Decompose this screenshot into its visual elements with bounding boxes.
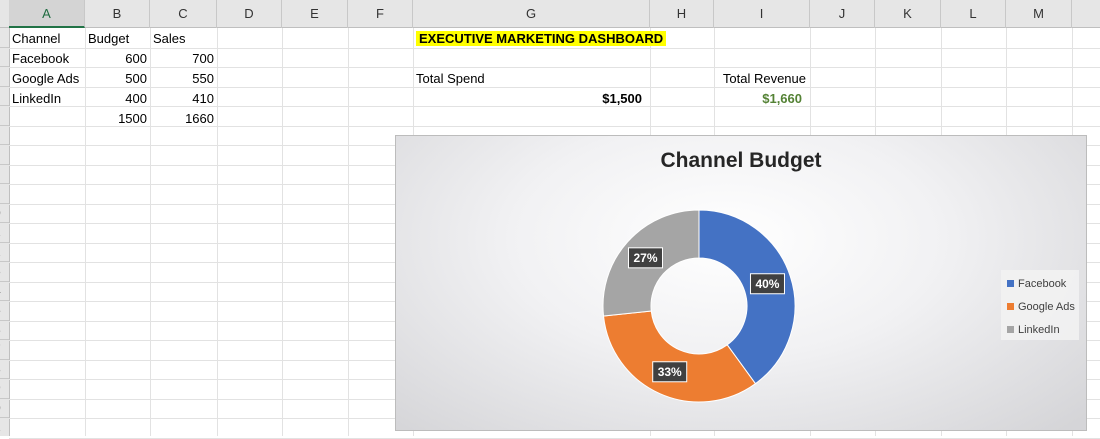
total-revenue-label[interactable]: Total Revenue [650,69,810,89]
legend-label: LinkedIn [1018,324,1060,336]
legend-label: Google Ads [1018,301,1075,313]
total-sales-cell[interactable]: 1660 [150,109,217,129]
column-header-bar: A B C D E F G H I J K L M [0,0,1100,28]
dashboard-title-cell[interactable]: EXECUTIVE MARKETING DASHBOARD [413,29,669,49]
total-revenue-value[interactable]: $1,660 [650,89,810,109]
row-header[interactable] [0,145,9,165]
column-header-e[interactable]: E [282,0,348,28]
gridline [348,28,349,436]
data-label: 33% [652,361,688,383]
gridline [282,28,283,436]
channel-cell[interactable]: Facebook [9,49,85,69]
gridline [217,28,218,436]
sales-cell[interactable]: 550 [150,69,217,89]
spreadsheet: A B C D E F G H I J K L M 012345678901 C… [0,0,1100,439]
column-header-b[interactable]: B [85,0,150,28]
row-header[interactable]: 3 [0,262,9,282]
column-header-j[interactable]: J [810,0,875,28]
legend-item[interactable]: LinkedIn [1007,320,1060,340]
channel-cell[interactable]: LinkedIn [9,89,85,109]
legend-swatch [1007,280,1014,287]
data-label-text: 40% [755,277,779,291]
row-header[interactable]: 0 [0,399,9,418]
donut-chart-plot: 40% 33% 27% [602,209,796,403]
row-header[interactable]: 2 [0,243,9,262]
channel-budget-chart[interactable]: Channel Budget 40% 33% 27% Facebook Google … [395,135,1087,431]
row-header[interactable]: 4 [0,282,9,301]
column-header-m[interactable]: M [1006,0,1072,28]
donut-slice-google-ads[interactable] [602,310,757,403]
column-header-g[interactable]: G [413,0,650,28]
row-header[interactable] [0,87,9,106]
row-header[interactable]: 6 [0,321,9,340]
sales-cell[interactable]: 410 [150,89,217,109]
budget-cell[interactable]: 500 [85,69,150,89]
column-header-a[interactable]: A [9,0,85,28]
row-header[interactable] [0,67,9,87]
legend-item[interactable]: Facebook [1007,274,1066,294]
data-label: 27% [627,247,663,269]
row-header[interactable] [0,106,9,126]
column-header-c[interactable]: C [150,0,217,28]
data-label-text: 27% [633,251,657,265]
table-header-channel[interactable]: Channel [9,29,85,49]
budget-cell[interactable]: 600 [85,49,150,69]
channel-cell[interactable]: Google Ads [9,69,85,89]
dashboard-title: EXECUTIVE MARKETING DASHBOARD [416,31,667,46]
data-label-text: 33% [658,365,682,379]
row-header[interactable] [0,48,9,67]
row-header[interactable]: 1 [0,418,9,436]
row-header[interactable]: 8 [0,360,9,379]
total-spend-label[interactable]: Total Spend [413,69,650,89]
row-header[interactable] [0,126,9,145]
row-header[interactable]: 5 [0,301,9,321]
row-header[interactable]: 9 [0,379,9,399]
column-header-d[interactable]: D [217,0,282,28]
chart-legend[interactable]: Facebook Google Ads LinkedIn [1001,270,1079,340]
legend-label: Facebook [1018,278,1067,290]
data-label: 40% [749,273,785,295]
row-header[interactable] [0,165,9,184]
column-header-f[interactable]: F [348,0,413,28]
table-header-sales[interactable]: Sales [150,29,217,49]
total-spend-value[interactable]: $1,500 [413,89,650,109]
table-header-budget[interactable]: Budget [85,29,150,49]
column-header-i[interactable]: I [714,0,810,28]
row-header[interactable]: 1 [0,223,9,243]
legend-swatch [1007,326,1014,333]
row-header[interactable] [0,28,9,48]
column-header-h[interactable]: H [650,0,714,28]
sales-cell[interactable]: 700 [150,49,217,69]
row-header[interactable]: 0 [0,204,9,223]
legend-swatch [1007,303,1014,310]
total-budget-cell[interactable]: 1500 [85,109,150,129]
row-header[interactable] [0,184,9,204]
legend-item[interactable]: Google Ads [1007,297,1075,317]
gridline [9,437,1100,439]
budget-cell[interactable]: 400 [85,89,150,109]
column-header-k[interactable]: K [875,0,941,28]
column-header-l[interactable]: L [941,0,1006,28]
row-header[interactable]: 7 [0,340,9,360]
